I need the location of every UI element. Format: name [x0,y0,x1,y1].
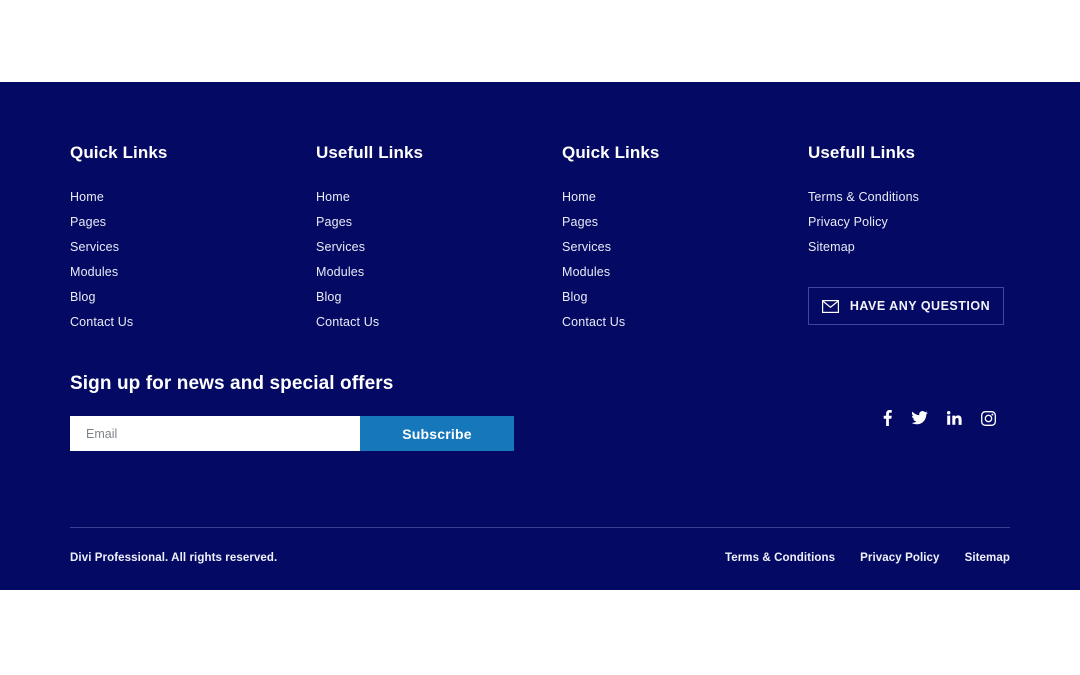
footer-column-2-title: Usefull Links [316,143,424,162]
list-item: Services [316,238,562,256]
list-item: Pages [70,213,316,231]
email-input[interactable] [70,416,360,451]
footer-link-blog[interactable]: Blog [316,290,342,304]
linkedin-icon[interactable] [947,411,962,425]
list-item: Home [70,188,316,206]
list-item: Contact Us [562,313,808,331]
newsletter-signup: Sign up for news and special offers Subs… [70,372,520,451]
list-item: Terms & Conditions [808,188,1010,206]
footer-link-modules[interactable]: Modules [316,265,364,279]
newsletter-title: Sign up for news and special offers [70,373,394,394]
bottom-link-terms-conditions[interactable]: Terms & Conditions [725,552,835,564]
footer-link-blog[interactable]: Blog [562,290,588,304]
facebook-icon[interactable] [883,410,892,426]
list-item: Pages [562,213,808,231]
page-root: Quick Links Home Pages Services Modules … [0,0,1080,675]
bottom-link-sitemap[interactable]: Sitemap [965,552,1010,564]
footer-link-privacy-policy[interactable]: Privacy Policy [808,215,888,229]
footer-column-2-links: Home Pages Services Modules Blog Contact… [316,188,562,331]
newsletter-form: Subscribe [70,416,514,451]
footer-bottom-links: Terms & Conditions Privacy Policy Sitema… [725,552,1010,564]
footer-link-home[interactable]: Home [316,190,350,204]
footer-link-terms-conditions[interactable]: Terms & Conditions [808,190,919,204]
list-item: Pages [316,213,562,231]
list-item: Blog [70,288,316,306]
footer-link-pages[interactable]: Pages [70,215,106,229]
footer-bottom-bar: Divi Professional. All rights reserved. … [70,552,1010,564]
footer-column-2: Usefull Links Home Pages Services Module… [316,142,562,338]
subscribe-button[interactable]: Subscribe [360,416,514,451]
footer-column-1-links: Home Pages Services Modules Blog Contact… [70,188,316,331]
list-item: Home [562,188,808,206]
footer-divider [70,527,1010,528]
footer-column-3-title: Quick Links [562,143,660,162]
footer-column-4-title: Usefull Links [808,143,916,162]
footer-column-4-links: Terms & Conditions Privacy Policy Sitema… [808,188,1010,256]
list-item: Blog [562,288,808,306]
copyright-text: Divi Professional. All rights reserved. [70,552,278,564]
instagram-icon[interactable] [981,410,996,426]
footer-link-services[interactable]: Services [316,240,365,254]
list-item: Privacy Policy [808,213,1010,231]
footer-link-sitemap[interactable]: Sitemap [808,240,855,254]
footer-column-1: Quick Links Home Pages Services Modules … [70,142,316,338]
footer-column-4: Usefull Links Terms & Conditions Privacy… [808,142,1010,338]
social-links [883,410,996,426]
footer-column-1-title: Quick Links [70,143,168,162]
have-any-question-label: HAVE ANY QUESTION [849,299,991,313]
list-item: Contact Us [70,313,316,331]
list-item: Sitemap [808,238,1010,256]
footer-link-columns: Quick Links Home Pages Services Modules … [70,142,1010,338]
list-item: Modules [562,263,808,281]
have-any-question-button[interactable]: HAVE ANY QUESTION [808,287,1004,325]
footer-link-contact-us[interactable]: Contact Us [562,315,625,329]
footer-inner: Quick Links Home Pages Services Modules … [70,82,1010,590]
envelope-icon [821,299,839,313]
list-item: Contact Us [316,313,562,331]
footer-link-services[interactable]: Services [562,240,611,254]
list-item: Services [562,238,808,256]
list-item: Modules [70,263,316,281]
footer-link-pages[interactable]: Pages [316,215,352,229]
footer-link-services[interactable]: Services [70,240,119,254]
footer-link-modules[interactable]: Modules [70,265,118,279]
footer-column-3: Quick Links Home Pages Services Modules … [562,142,808,338]
bottom-link-privacy-policy[interactable]: Privacy Policy [860,552,939,564]
site-footer: Quick Links Home Pages Services Modules … [0,82,1080,590]
footer-link-modules[interactable]: Modules [562,265,610,279]
footer-link-home[interactable]: Home [562,190,596,204]
list-item: Services [70,238,316,256]
footer-link-contact-us[interactable]: Contact Us [70,315,133,329]
list-item: Modules [316,263,562,281]
footer-link-blog[interactable]: Blog [70,290,96,304]
footer-column-3-links: Home Pages Services Modules Blog Contact… [562,188,808,331]
twitter-icon[interactable] [911,411,928,425]
list-item: Home [316,188,562,206]
list-item: Blog [316,288,562,306]
footer-link-home[interactable]: Home [70,190,104,204]
footer-link-contact-us[interactable]: Contact Us [316,315,379,329]
footer-link-pages[interactable]: Pages [562,215,598,229]
